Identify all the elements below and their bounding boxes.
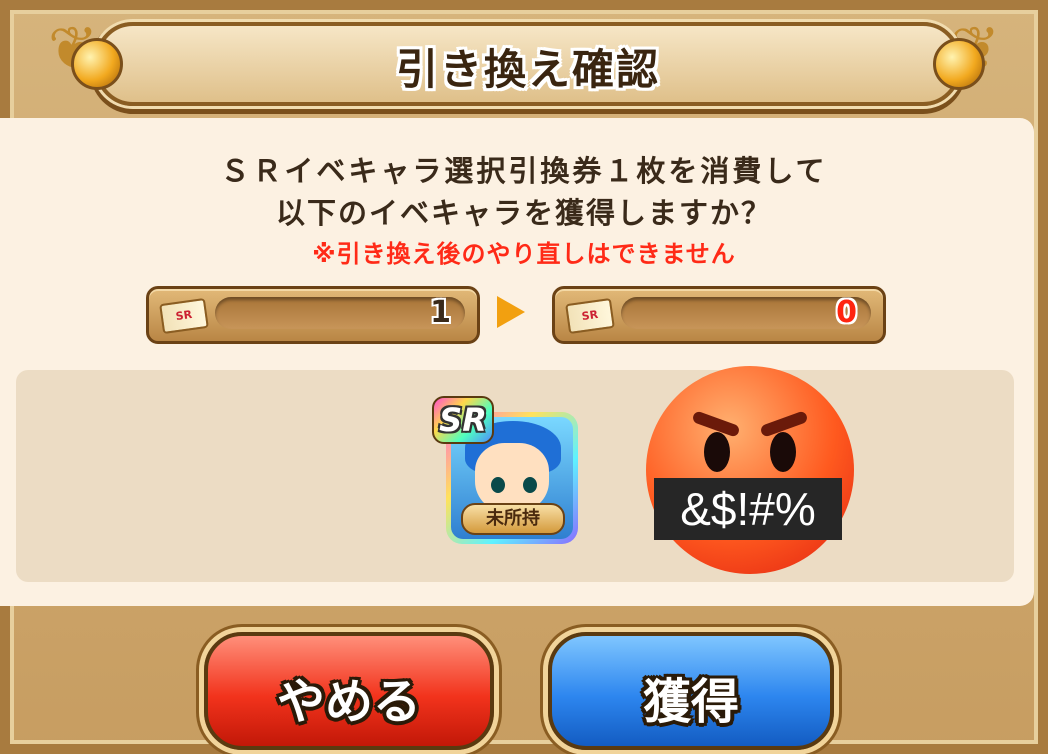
sticker-text: &$!#%	[654, 478, 842, 540]
angry-face-sticker-icon: &$!#%	[646, 366, 854, 574]
ticket-count-after-value: 0	[836, 295, 857, 330]
message-line-1: ＳＲイベキャラ選択引換券１枚を消費して	[220, 154, 828, 188]
title-bar: 引き換え確認	[71, 22, 985, 106]
warning-text: ※引き換え後のやり直しはできません	[312, 240, 736, 268]
character-eye	[523, 477, 537, 493]
confirm-button-label: 獲得	[642, 674, 739, 730]
ticket-icon: SR	[159, 297, 209, 335]
confirm-button[interactable]: 獲得	[548, 632, 834, 750]
cancel-button[interactable]: やめる	[204, 632, 494, 750]
ticket-count-before: SR 1	[146, 286, 480, 344]
sticker-eye	[704, 432, 730, 472]
message-line-2: 以下のイベキャラを獲得しますか？	[275, 196, 772, 230]
ticket-count-before-value: 1	[430, 295, 451, 330]
arrow-right-icon	[497, 296, 525, 328]
ticket-icon: SR	[565, 297, 615, 335]
counter-track	[215, 297, 465, 329]
cancel-button-label: やめる	[276, 674, 421, 730]
counter-track	[621, 297, 871, 329]
not-owned-badge: 未所持	[461, 503, 565, 535]
sticker-eye	[770, 432, 796, 472]
sr-rarity-badge: SR	[432, 396, 494, 444]
character-eye	[491, 477, 505, 493]
dialog-title: 引き換え確認	[395, 45, 660, 94]
ticket-count-after: SR 0	[552, 286, 886, 344]
